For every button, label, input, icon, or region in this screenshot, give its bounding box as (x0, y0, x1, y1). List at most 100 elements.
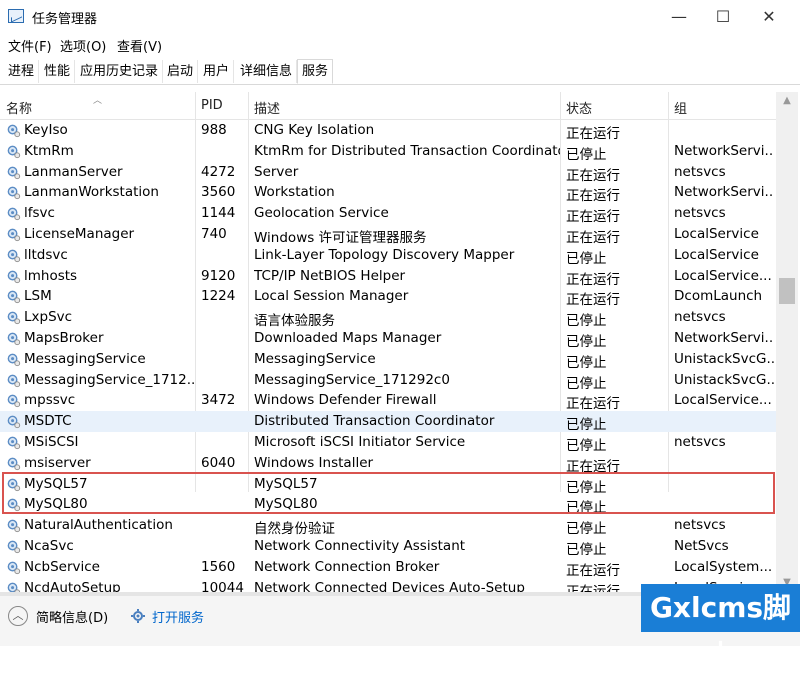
service-description: Windows Installer (254, 454, 374, 471)
service-group: NetworkServi... (674, 142, 774, 159)
table-row[interactable]: lfsvc 1144 Geolocation Service 正在运行 netsvcs (0, 203, 776, 226)
vertical-scrollbar[interactable]: ▲ ▼ (776, 92, 798, 592)
chevron-up-icon[interactable]: ︿ (8, 606, 28, 626)
table-row[interactable]: LanmanServer 4272 Server 正在运行 netsvcs (0, 162, 776, 184)
service-description: Microsoft iSCSI Initiator Service (254, 434, 466, 450)
tab-users[interactable]: 用户 (199, 60, 235, 83)
open-services-link[interactable]: 打开服务 (152, 607, 204, 626)
service-name: NcdAutoSetup (24, 579, 121, 592)
service-name: NcbService (24, 558, 100, 575)
service-group: LocalService (674, 226, 759, 242)
menu-options[interactable]: 选项(O) (60, 36, 106, 55)
service-name: NcaSvc (24, 538, 74, 554)
tab-strip: 进程 性能 应用历史记录 启动 用户 详细信息 服务 (0, 56, 800, 85)
service-gear-icon (7, 561, 21, 574)
service-gear-icon (7, 436, 21, 450)
table-row[interactable]: LxpSvc 语言体验服务 已停止 netsvcs (0, 307, 776, 330)
service-gear-icon (7, 353, 21, 366)
mysql-highlight-box (2, 472, 775, 514)
service-status: 正在运行 (566, 271, 620, 288)
table-row[interactable]: mpssvc 3472 Windows Defender Firewall 正在运行 L… (0, 390, 776, 412)
table-row[interactable]: lltdsvc Link-Layer Topology Discovery Map… (0, 245, 776, 267)
table-row[interactable]: NaturalAuthentication 自然身份验证 已停止 netsvcs (0, 515, 776, 538)
service-status: 正在运行 (566, 188, 620, 205)
service-description: MessagingService_171292c0 (254, 371, 450, 388)
service-group: UnistackSvcG... (674, 371, 774, 388)
fewer-details-button[interactable]: 简略信息(D) (36, 607, 108, 626)
table-row[interactable]: MapsBroker Downloaded Maps Manager 已停止 Netw… (0, 328, 776, 350)
table-row[interactable]: KeyIso 988 CNG Key Isolation 正在运行 (0, 120, 776, 142)
service-name: MessagingService (24, 350, 146, 367)
table-row[interactable]: MessagingService MessagingService 已停止 Unist… (0, 349, 776, 371)
minimize-button[interactable]: — (656, 0, 702, 32)
tab-performance[interactable]: 性能 (40, 60, 76, 83)
table-row[interactable]: LicenseManager 740 Windows 许可证管理器服务 正在运行 Loc… (0, 224, 776, 246)
service-description: Downloaded Maps Manager (254, 330, 442, 346)
tab-details[interactable]: 详细信息 (236, 60, 298, 83)
service-status: 正在运行 (566, 126, 620, 142)
menu-file[interactable]: 文件(F) (8, 36, 52, 55)
service-gear-icon (7, 311, 21, 325)
table-row[interactable]: MSiSCSI Microsoft iSCSI Initiator Service… (0, 432, 776, 454)
col-header-name[interactable]: 名称 (6, 98, 32, 117)
table-row[interactable]: msiserver 6040 Windows Installer 正在运行 (0, 453, 776, 475)
table-row[interactable]: KtmRm KtmRm for Distributed Transaction C… (0, 141, 776, 163)
tab-startup[interactable]: 启动 (163, 60, 199, 83)
tab-services[interactable]: 服务 (297, 59, 334, 84)
maximize-button[interactable]: ☐ (700, 0, 746, 32)
service-group: NetworkServi... (674, 184, 774, 201)
service-description: Link-Layer Topology Discovery Mapper (254, 246, 515, 263)
table-row[interactable]: LSM 1224 Local Session Manager 正在运行 DcomLaun… (0, 286, 776, 308)
col-header-pid[interactable]: PID (201, 98, 223, 113)
service-group: netsvcs (674, 163, 726, 180)
service-gear-icon (7, 228, 21, 242)
service-name: LicenseManager (24, 226, 135, 242)
table-row[interactable]: MessagingService_1712... MessagingService… (0, 370, 776, 392)
service-group: NetworkServi... (674, 330, 774, 346)
service-name: LSM (24, 288, 52, 305)
services-gear-icon (131, 609, 145, 623)
scroll-up-icon[interactable]: ▲ (776, 92, 798, 110)
service-description: 自然身份验证 (254, 521, 335, 538)
table-row[interactable]: NcbService 1560 Network Connection Broker 正… (0, 557, 776, 579)
service-group: netsvcs (674, 517, 726, 534)
service-description: Workstation (254, 184, 335, 201)
service-gear-icon (7, 540, 21, 554)
table-row[interactable]: LanmanWorkstation 3560 Workstation 正在运行 Netw… (0, 182, 776, 205)
service-group: LocalSystem... (674, 558, 773, 575)
col-header-group[interactable]: 组 (674, 98, 687, 117)
service-description: Network Connectivity Assistant (254, 538, 466, 554)
service-description: Geolocation Service (254, 205, 389, 222)
service-gear-icon (7, 332, 21, 346)
service-status: 已停止 (566, 146, 607, 163)
service-gear-icon (7, 166, 21, 179)
service-status: 已停止 (566, 438, 607, 454)
col-header-description[interactable]: 描述 (254, 98, 280, 117)
service-pid: 10044 (201, 579, 244, 592)
table-row[interactable]: lmhosts 9120 TCP/IP NetBIOS Helper 正在运行 Loca… (0, 266, 776, 288)
tab-app-history[interactable]: 应用历史记录 (76, 60, 164, 83)
tab-processes[interactable]: 进程 (4, 60, 40, 83)
service-gear-icon (7, 207, 21, 221)
title-bar: 任务管理器 — ☐ ✕ (0, 0, 800, 34)
service-status: 已停止 (566, 521, 607, 538)
col-header-status[interactable]: 状态 (566, 98, 592, 117)
service-status: 已停止 (566, 334, 607, 350)
service-description: Windows Defender Firewall (254, 392, 437, 409)
service-gear-icon (7, 145, 21, 158)
service-description: CNG Key Isolation (254, 122, 375, 138)
service-gear-icon (7, 249, 21, 262)
table-row[interactable]: MSDTC Distributed Transaction Coordinator… (0, 411, 776, 434)
table-row[interactable]: NcaSvc Network Connectivity Assistant 已停止 N… (0, 536, 776, 558)
service-status: 正在运行 (566, 209, 620, 226)
menu-view[interactable]: 查看(V) (117, 36, 162, 55)
service-gear-icon (7, 187, 21, 200)
service-description: KtmRm for Distributed Transaction Coordi… (254, 142, 560, 159)
service-description: 语言体验服务 (254, 313, 335, 330)
close-button[interactable]: ✕ (746, 0, 792, 32)
scroll-thumb[interactable] (779, 278, 795, 304)
service-status: 已停止 (566, 417, 607, 434)
service-status: 已停止 (566, 542, 607, 558)
service-status: 已停止 (566, 250, 607, 267)
service-pid: 6040 (201, 454, 236, 471)
